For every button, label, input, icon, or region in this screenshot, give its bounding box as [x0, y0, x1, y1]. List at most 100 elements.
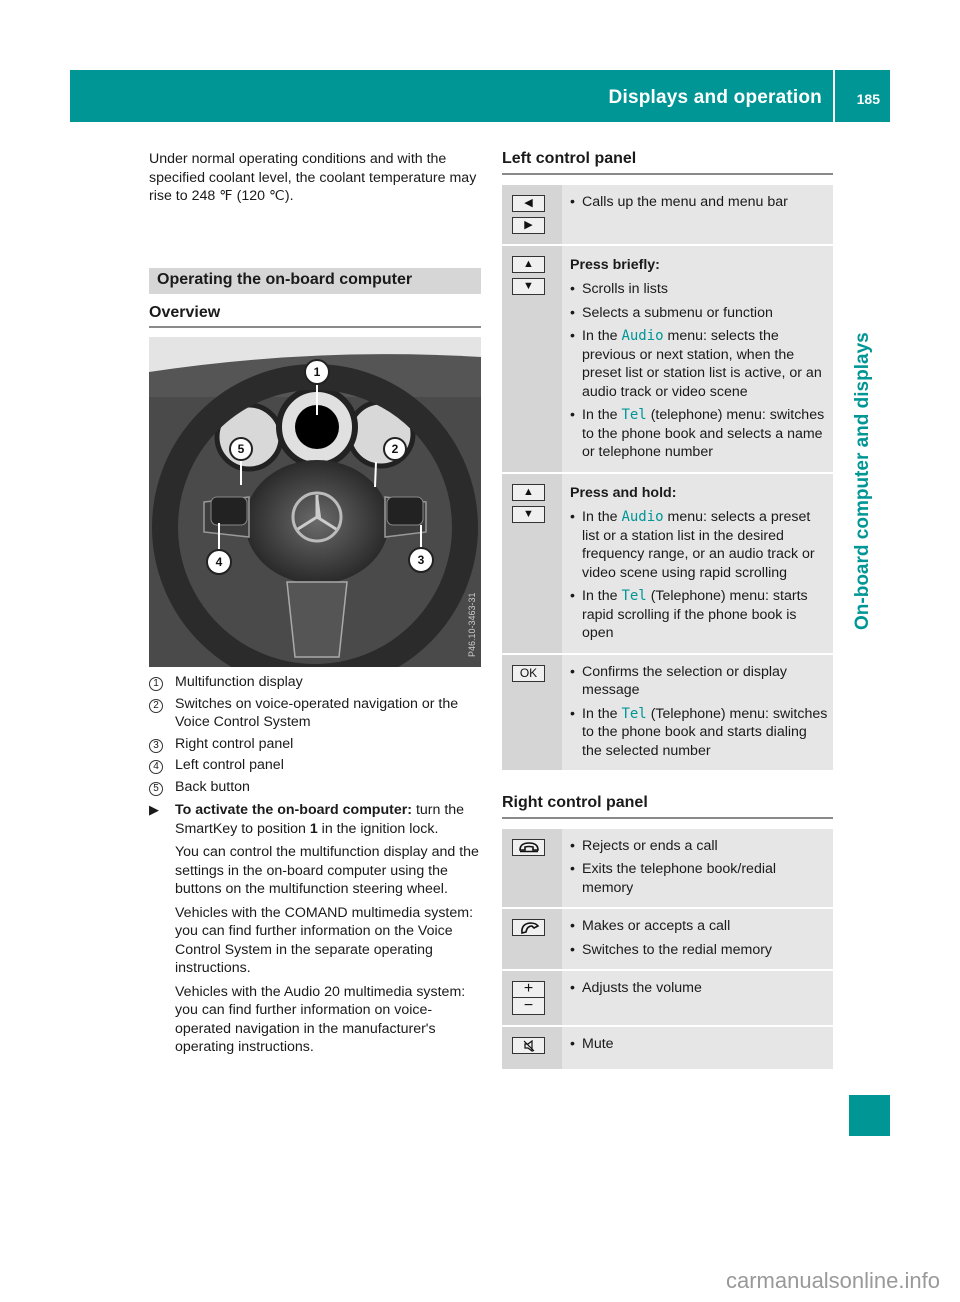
- control-description: Selects a submenu or function: [570, 304, 829, 323]
- instruction-lead: To activate the on-board computer:: [175, 802, 413, 818]
- press-briefly-label: Press briefly:: [570, 256, 660, 273]
- right-control-panel-heading: Right control panel: [502, 794, 833, 819]
- callout-2: 2: [383, 437, 407, 461]
- control-description: Exits the telephone book/redial memory: [570, 860, 829, 897]
- legend-text: Back button: [175, 778, 250, 795]
- legend-number: 2: [149, 698, 163, 713]
- legend-text: Right control panel: [175, 735, 294, 752]
- control-description: Scrolls in lists: [570, 280, 829, 299]
- down-arrow-button-icon: ▼: [512, 505, 545, 523]
- control-row: ▲ ▼ Press briefly: Scrolls in lists Sele…: [502, 245, 833, 474]
- legend-number: 3: [149, 738, 163, 753]
- svg-text:5: 5: [238, 442, 245, 456]
- control-description: Makes or accepts a call: [570, 917, 829, 936]
- ok-button-icon: OK: [512, 664, 545, 682]
- ignition-position: 1: [309, 820, 318, 837]
- instruction-note: Vehicles with the Audio 20 multimedia sy…: [175, 983, 466, 1056]
- watermark: carmanualsonline.info: [725, 1268, 940, 1293]
- instruction-step: To activate the on-board computer: turn …: [175, 801, 481, 838]
- activation-instruction: ▶ To activate the on-board computer: tur…: [149, 801, 481, 1062]
- chapter-title: Displays and operation: [608, 87, 822, 108]
- tel-menu-name: Tel: [621, 407, 647, 423]
- accept-call-icon: [512, 919, 545, 936]
- control-description: In the Tel (telephone) menu: switches to…: [570, 406, 829, 462]
- control-description: Rejects or ends a call: [570, 837, 829, 856]
- control-row: Rejects or ends a call Exits the telepho…: [502, 828, 833, 909]
- svg-text:2: 2: [392, 442, 399, 456]
- steering-wheel-photo: 1 2 3 4 5 P46.10-3463-31: [149, 337, 481, 667]
- control-description: In the Audio menu: selects the previous …: [570, 327, 829, 401]
- instruction-note: Vehicles with the COMAND multimedia syst…: [175, 904, 474, 977]
- callout-4: 4: [206, 549, 232, 575]
- tel-menu-name: Tel: [621, 705, 647, 722]
- legend-text: Left control panel: [175, 757, 284, 773]
- legend-item: 1 Multifunction display: [149, 673, 481, 692]
- header-divider: [833, 70, 835, 122]
- desc-text: In the: [582, 705, 622, 722]
- control-description: Calls up the menu and menu bar: [570, 193, 829, 212]
- side-tab-text: On-board computer and displays: [852, 332, 873, 630]
- steering-wheel-illustration: 1 2 3 4 5 P46.10-3463-31: [149, 337, 481, 667]
- overview-heading: Overview: [149, 304, 481, 328]
- control-row: + − Adjusts the volume: [502, 971, 833, 1027]
- control-row: ◀ ▶ Calls up the menu and menu bar: [502, 184, 833, 246]
- section-title: Operating the on-board computer: [149, 267, 481, 294]
- volume-down-icon: −: [512, 997, 545, 1015]
- desc-text: In the: [582, 407, 622, 423]
- control-description: Adjusts the volume: [570, 979, 829, 998]
- control-description: Mute: [570, 1035, 829, 1054]
- left-control-pad: [210, 496, 248, 526]
- callout-1: 1: [304, 359, 330, 385]
- header-band: Displays and operation 185: [70, 70, 890, 122]
- legend-number: 5: [149, 781, 163, 796]
- right-control-pad: [386, 496, 424, 526]
- page-number: 185: [856, 91, 880, 107]
- legend-text: Switches on voice-operated navigation or…: [175, 695, 459, 731]
- control-row: Makes or accepts a call Switches to the …: [502, 909, 833, 971]
- down-arrow-button-icon: ▼: [512, 277, 545, 295]
- legend-number: 4: [149, 760, 163, 774]
- airbag-hub: [245, 460, 389, 584]
- svg-text:1: 1: [314, 365, 321, 379]
- end-call-icon: [512, 838, 545, 856]
- desc-text: In the: [582, 509, 622, 525]
- svg-text:3: 3: [418, 553, 425, 567]
- right-arrow-button-icon: ▶: [512, 216, 545, 234]
- desc-text: In the: [582, 588, 622, 604]
- instruction-note: You can control the multifunction displa…: [175, 844, 479, 897]
- right-control-panel-table: Rejects or ends a call Exits the telepho…: [502, 828, 833, 1071]
- audio-menu-name: Audio: [621, 509, 664, 525]
- up-arrow-button-icon: ▲: [512, 483, 545, 501]
- left-control-panel-heading: Left control panel: [502, 150, 833, 175]
- callout-legend: 1 Multifunction display 2 Switches on voic…: [149, 673, 481, 796]
- control-description: Confirms the selection or display messag…: [570, 663, 829, 700]
- instruction-text: in the ignition lock.: [317, 820, 439, 837]
- left-arrow-button-icon: ◀: [512, 194, 545, 212]
- legend-item: 3 Right control panel: [149, 735, 481, 754]
- control-row: ▲ ▼ Press and hold: In the Audio menu: s…: [502, 473, 833, 655]
- desc-text: In the: [582, 328, 622, 344]
- control-description: In the Tel (Telephone) menu: starts rapi…: [570, 587, 829, 643]
- legend-item: 5 Back button: [149, 778, 481, 797]
- right-column: Left control panel ◀ ▶ Calls up the menu…: [502, 150, 833, 1093]
- mute-icon: [512, 1037, 545, 1054]
- volume-up-icon: +: [512, 980, 545, 998]
- control-row: Mute: [502, 1027, 833, 1071]
- side-tab-marker: [849, 1095, 890, 1136]
- legend-text: Multifunction display: [175, 674, 303, 690]
- left-column: Under normal operating conditions and wi…: [149, 150, 481, 1062]
- tel-menu-name: Tel: [621, 588, 647, 604]
- side-tab-label: On-board computer and displays: [852, 332, 892, 630]
- callout-3: 3: [408, 547, 434, 573]
- control-description: Switches to the redial memory: [570, 941, 829, 960]
- intro-paragraph: Under normal operating conditions and wi…: [149, 151, 477, 204]
- control-row: OK Confirms the selection or display mes…: [502, 654, 833, 772]
- control-description: In the Tel (Telephone) menu: switches to…: [570, 705, 829, 761]
- callout-5: 5: [229, 437, 253, 461]
- left-control-panel-table: ◀ ▶ Calls up the menu and menu bar ▲ ▼ P…: [502, 184, 833, 772]
- legend-item: 2 Switches on voice-operated navigation o…: [149, 695, 481, 732]
- audio-menu-name: Audio: [621, 328, 664, 344]
- up-arrow-button-icon: ▲: [512, 255, 545, 273]
- image-code: P46.10-3463-31: [467, 592, 477, 657]
- instruction-arrow-icon: ▶: [149, 802, 159, 817]
